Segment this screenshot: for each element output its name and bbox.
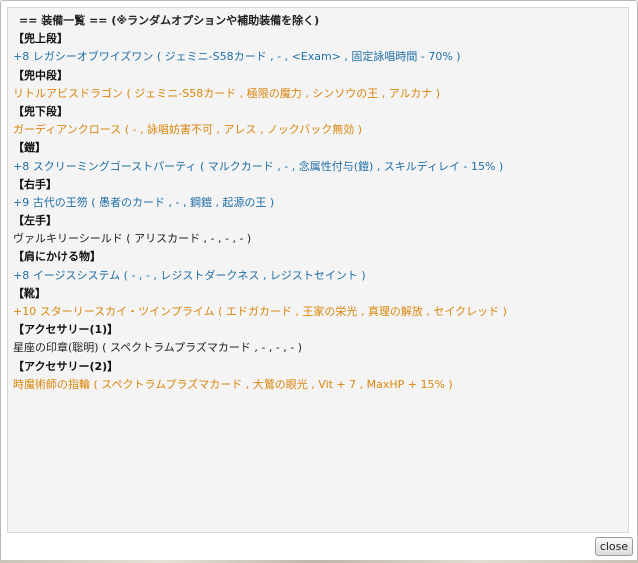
section-heading-left-hand: 【左手】 bbox=[13, 214, 57, 228]
section-heading-head-top: 【兜上段】 bbox=[13, 32, 68, 46]
section-heading-shoes: 【靴】 bbox=[13, 286, 46, 300]
section-heading-armor: 【鎧】 bbox=[13, 141, 46, 155]
section-heading-head-mid: 【兜中段】 bbox=[13, 68, 68, 82]
equipment-item-accessory-2: 時魔術師の指輪 ( スペクトラムプラズマカード , 大鷲の眼光 , Vit + … bbox=[13, 377, 453, 391]
section-heading-accessory-1: 【アクセサリー(1)】 bbox=[13, 323, 119, 337]
section-heading-accessory-2: 【アクセサリー(2)】 bbox=[13, 359, 119, 373]
list-title: == 装備一覧 == (※ランダムオプションや補助装備を除く) bbox=[19, 14, 320, 27]
equipment-list: == 装備一覧 == (※ランダムオプションや補助装備を除く) 【兜上段】 +8… bbox=[8, 8, 628, 394]
close-button[interactable]: close bbox=[595, 537, 633, 556]
equipment-list-panel: == 装備一覧 == (※ランダムオプションや補助装備を除く) 【兜上段】 +8… bbox=[7, 7, 629, 533]
section-heading-right-hand: 【右手】 bbox=[13, 177, 57, 191]
section-heading-garment: 【肩にかける物】 bbox=[13, 250, 101, 264]
equipment-item-shoes: +10 スターリースカイ・ツインプライム ( エドガカード , 王家の栄光 , … bbox=[13, 305, 507, 318]
equipment-item-accessory-1: 星座の印章(聡明) ( スペクトラムプラズマカード , - , - , - ) bbox=[13, 341, 303, 355]
section-heading-head-low: 【兜下段】 bbox=[13, 104, 68, 118]
equipment-item-right-hand: +9 古代の王笏 ( 愚者のカード , - , 鋼鎧 , 起源の王 ) bbox=[13, 195, 275, 209]
equipment-dialog: == 装備一覧 == (※ランダムオプションや補助装備を除く) 【兜上段】 +8… bbox=[0, 0, 638, 563]
equipment-item-left-hand: ヴァルキリーシールド ( アリスカード , - , - , - ) bbox=[13, 232, 252, 246]
equipment-item-head-mid: リトルアビスドラゴン ( ジェミニ-S58カード , 極限の魔力 , シンソウの… bbox=[13, 86, 441, 100]
equipment-item-garment: +8 イージスシステム ( - , - , レジストダークネス , レジストセイ… bbox=[13, 268, 366, 282]
equipment-item-head-low: ガーディアンクロース ( - , 詠唱妨害不可 , アレス , ノックバック無効… bbox=[13, 123, 362, 137]
equipment-item-armor: +8 スクリーミングゴーストパーティ ( マルクカード , - , 念属性付与(… bbox=[13, 159, 504, 173]
equipment-item-head-top: +8 レガシーオブワイズワン ( ジェミニ-S58カード , - , <Exam… bbox=[13, 50, 461, 64]
